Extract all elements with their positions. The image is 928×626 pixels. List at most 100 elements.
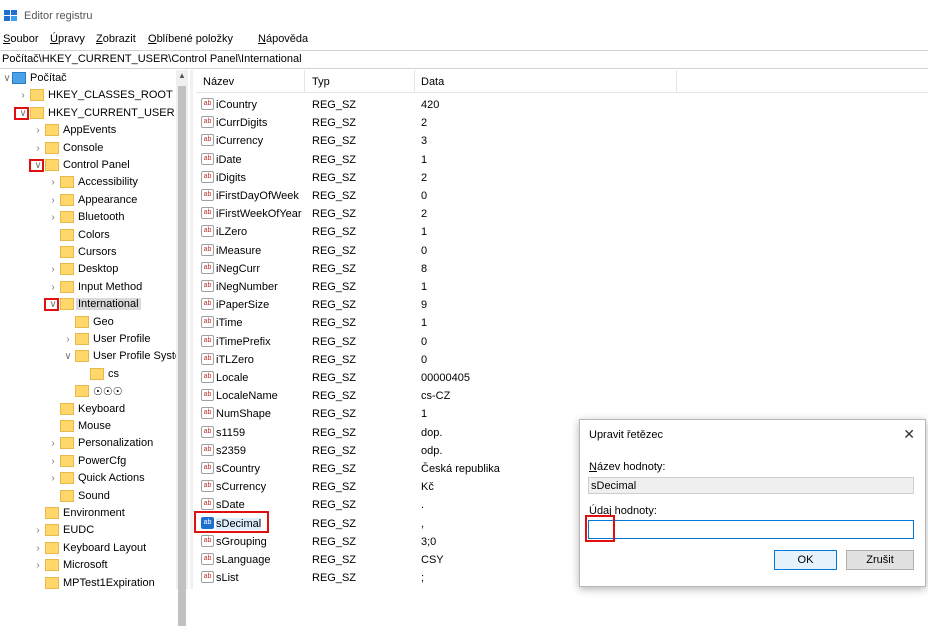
cancel-button[interactable]: Zrušit	[846, 550, 914, 570]
chevron-right-icon[interactable]: ›	[33, 540, 43, 557]
menu-bar: Soubor Úpravy Zobrazit Oblíbené položky Nápo…	[0, 30, 928, 48]
value-data: 420	[421, 99, 440, 111]
tree-node[interactable]: › Input Method	[0, 279, 176, 296]
close-icon[interactable]: ✕	[903, 426, 915, 443]
tree-node-label: Cursors	[78, 246, 117, 258]
table-row[interactable]: ab iNegNumber REG_SZ 1	[196, 278, 928, 296]
folder-icon	[60, 420, 74, 432]
tree-node[interactable]: ∨ International	[0, 296, 176, 313]
tree-node[interactable]: › Appearance	[0, 192, 176, 209]
value-name: iFirstDayOfWeek	[216, 190, 299, 202]
scroll-thumb[interactable]	[178, 86, 186, 626]
column-separator[interactable]	[304, 70, 305, 92]
table-row[interactable]: ab iTLZero REG_SZ 0	[196, 351, 928, 369]
table-row[interactable]: ab iLZero REG_SZ 1	[196, 223, 928, 241]
tree-node[interactable]: › Keyboard Layout	[0, 540, 176, 557]
tree-node[interactable]: › Personalization	[0, 435, 176, 452]
table-row[interactable]: ab iFirstWeekOfYear REG_SZ 2	[196, 205, 928, 223]
value-type: REG_SZ	[312, 117, 357, 130]
tree-node[interactable]: › Accessibility	[0, 174, 176, 191]
table-row[interactable]: ab iTime REG_SZ 1	[196, 314, 928, 332]
column-separator[interactable]	[676, 70, 677, 92]
chevron-right-icon[interactable]: ›	[48, 261, 58, 278]
tree-node[interactable]: Cursors	[0, 244, 176, 261]
tree-node[interactable]: › EUDC	[0, 522, 176, 539]
menu-item[interactable]: Nápověda	[258, 33, 308, 45]
table-row[interactable]: ab iPaperSize REG_SZ 9	[196, 296, 928, 314]
table-row[interactable]: ab iNegCurr REG_SZ 8	[196, 260, 928, 278]
tree-node[interactable]: ∨ User Profile Syste	[0, 348, 181, 365]
tree-node[interactable]: Mouse	[0, 418, 176, 435]
tree-node[interactable]: Environment	[0, 505, 176, 522]
key-tree[interactable]: ∨ Počítač › HKEY_CLASSES_ROOT ∨ HKEY_CURRENT_…	[0, 70, 190, 589]
column-header-type[interactable]: Typ	[312, 76, 330, 88]
chevron-right-icon[interactable]: ›	[48, 470, 58, 487]
tree-node-label: Sound	[78, 490, 110, 502]
tree-node[interactable]: › PowerCfg	[0, 453, 176, 470]
table-row[interactable]: ab iMeasure REG_SZ 0	[196, 242, 928, 260]
table-row[interactable]: ab iFirstDayOfWeek REG_SZ 0	[196, 187, 928, 205]
tree-node[interactable]: Colors	[0, 227, 176, 244]
chevron-right-icon[interactable]: ›	[63, 331, 73, 348]
table-row[interactable]: ab LocaleName REG_SZ cs-CZ	[196, 387, 928, 405]
tree-node-label: cs	[108, 368, 119, 380]
tree-node[interactable]: Keyboard	[0, 401, 176, 418]
tree-scrollbar[interactable]: ▲	[176, 70, 188, 626]
tree-connector	[33, 575, 43, 589]
tree-node[interactable]: Geo	[0, 314, 176, 331]
menu-item[interactable]: Zobrazit	[96, 33, 136, 45]
table-row[interactable]: ab iCountry REG_SZ 420	[196, 96, 928, 114]
tree-node[interactable]: › Console	[0, 140, 176, 157]
value-data: Kč	[421, 481, 434, 494]
tree-node[interactable]: ☉☉☉	[0, 383, 176, 400]
value-data-field[interactable]	[588, 520, 914, 539]
table-row[interactable]: ab iTimePrefix REG_SZ 0	[196, 333, 928, 351]
tree-node[interactable]: › Bluetooth	[0, 209, 176, 226]
table-row[interactable]: ab iCurrDigits REG_SZ 2	[196, 114, 928, 132]
column-header-data[interactable]: Data	[421, 76, 444, 88]
value-name: iFirstWeekOfYear	[216, 208, 302, 221]
tree-node[interactable]: › Quick Actions	[0, 470, 176, 487]
chevron-right-icon[interactable]: ›	[33, 122, 43, 139]
tree-node[interactable]: › Microsoft	[0, 557, 176, 574]
tree-node[interactable]: › AppEvents	[0, 122, 176, 139]
tree-node-label: Mouse	[78, 420, 112, 432]
table-row[interactable]: ab iDigits REG_SZ 2	[196, 169, 928, 187]
menu-item[interactable]: Oblíbené položky	[148, 33, 233, 45]
ok-button[interactable]: OK	[774, 550, 837, 570]
chevron-right-icon[interactable]: ›	[48, 209, 58, 226]
tree-node[interactable]: › HKEY_CLASSES_ROOT	[0, 87, 176, 104]
string-value-icon: ab	[201, 571, 214, 584]
chevron-down-icon[interactable]: ∨	[63, 348, 73, 365]
chevron-right-icon[interactable]: ›	[48, 453, 58, 470]
tree-node[interactable]: › Desktop	[0, 261, 176, 278]
tree-node[interactable]: cs	[0, 366, 176, 383]
chevron-right-icon[interactable]: ›	[33, 522, 43, 539]
value-name-text: sDecimal	[591, 480, 637, 492]
value-data-input[interactable]	[591, 522, 909, 537]
pane-splitter[interactable]	[190, 70, 193, 589]
tree-node[interactable]: › User Profile	[0, 331, 176, 348]
chevron-right-icon[interactable]: ›	[48, 279, 58, 296]
table-row[interactable]: ab Locale REG_SZ 00000405	[196, 369, 928, 387]
chevron-right-icon[interactable]: ›	[33, 140, 43, 157]
tree-node[interactable]: ∨ Počítač	[0, 70, 176, 87]
value-data: 3;0	[421, 535, 437, 548]
column-separator[interactable]	[414, 70, 415, 92]
chevron-right-icon[interactable]: ›	[18, 87, 28, 104]
scroll-up-icon[interactable]: ▲	[176, 70, 188, 82]
menu-item[interactable]: Soubor	[3, 33, 38, 45]
chevron-right-icon[interactable]: ›	[48, 435, 58, 452]
tree-node[interactable]: MPTest1Expiration	[0, 575, 176, 589]
value-data: 0	[421, 335, 428, 348]
chevron-right-icon[interactable]: ›	[48, 174, 58, 191]
chevron-right-icon[interactable]: ›	[33, 557, 43, 574]
tree-node[interactable]: Sound	[0, 488, 176, 505]
chevron-right-icon[interactable]: ›	[48, 192, 58, 209]
menu-item[interactable]: Úpravy	[50, 33, 85, 45]
address-bar[interactable]: Počítač\HKEY_CURRENT_USER\Control Panel\…	[0, 50, 928, 69]
column-header-name[interactable]: Název	[203, 76, 234, 88]
tree-node[interactable]: ∨ Control Panel	[0, 157, 176, 174]
table-row[interactable]: ab iDate REG_SZ 1	[196, 151, 928, 169]
table-row[interactable]: ab iCurrency REG_SZ 3	[196, 132, 928, 150]
